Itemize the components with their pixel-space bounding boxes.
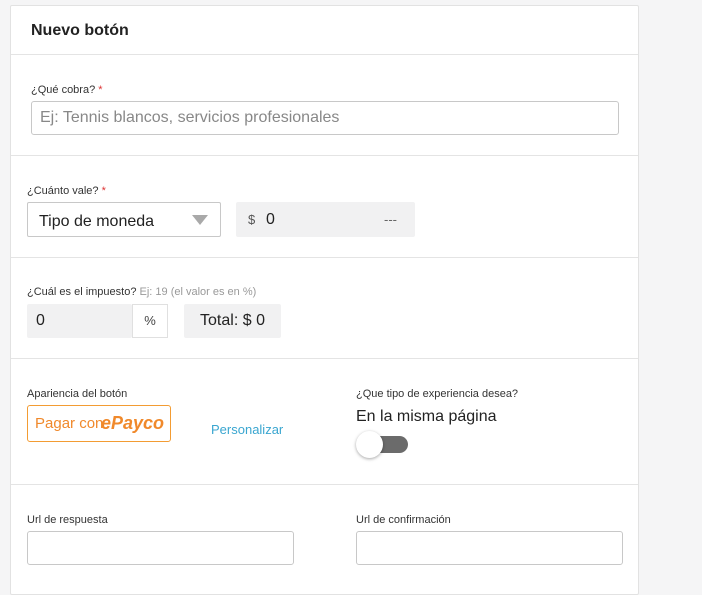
appearance-label: Apariencia del botón [27, 388, 128, 400]
percent-unit: % [132, 304, 168, 338]
charge-section: ¿Qué cobra? * [11, 55, 638, 156]
tax-input[interactable]: 0 [27, 304, 132, 338]
amount-value: 0 [266, 211, 275, 228]
charge-label-text: ¿Qué cobra? [31, 84, 96, 96]
confirmation-url-label: Url de confirmación [356, 514, 451, 526]
required-mark: * [101, 185, 106, 197]
appearance-section: Apariencia del botón Pagar con ePayco Pe… [11, 359, 638, 485]
tax-value: 0 [36, 312, 45, 329]
amount-field[interactable]: $ 0 --- [236, 202, 415, 237]
page-title: Nuevo botón [31, 22, 129, 39]
tax-hint: Ej: 19 (el valor es en %) [139, 286, 257, 298]
price-section: ¿Cuánto vale? * Tipo de moneda $ 0 --- [11, 156, 638, 258]
price-label: ¿Cuánto vale? * [27, 185, 106, 197]
epayco-logo: ePayco [101, 413, 165, 433]
required-mark: * [98, 84, 103, 96]
experience-value: En la misma página [356, 408, 497, 425]
tax-section: ¿Cuál es el impuesto? Ej: 19 (el valor e… [11, 258, 638, 359]
response-url-label: Url de respuesta [27, 514, 108, 526]
toggle-knob [356, 431, 383, 458]
chevron-down-icon [192, 215, 208, 225]
currency-symbol: $ [248, 212, 256, 227]
currency-select[interactable]: Tipo de moneda [27, 202, 221, 237]
price-label-text: ¿Cuánto vale? [27, 185, 99, 197]
response-url-input[interactable] [27, 531, 294, 565]
customize-link[interactable]: Personalizar [211, 422, 283, 437]
amount-suffix: --- [384, 212, 397, 227]
experience-toggle[interactable] [356, 430, 411, 460]
tax-total: Total: $ 0 [184, 304, 281, 338]
payment-button-preview[interactable]: Pagar con ePayco [27, 405, 171, 442]
tax-label: ¿Cuál es el impuesto? Ej: 19 (el valor e… [27, 286, 256, 298]
tax-label-text: ¿Cuál es el impuesto? [27, 286, 137, 298]
panel-header: Nuevo botón [11, 6, 638, 55]
experience-label: ¿Que tipo de experiencia desea? [356, 388, 519, 400]
currency-select-value: Tipo de moneda [39, 213, 155, 230]
confirmation-url-input[interactable] [356, 531, 623, 565]
payment-button-prefix: Pagar con [35, 415, 104, 432]
new-button-panel: Nuevo botón ¿Qué cobra? * ¿Cuánto vale? … [10, 5, 639, 595]
charge-description-input[interactable] [31, 101, 619, 135]
charge-label: ¿Qué cobra? * [31, 84, 103, 96]
